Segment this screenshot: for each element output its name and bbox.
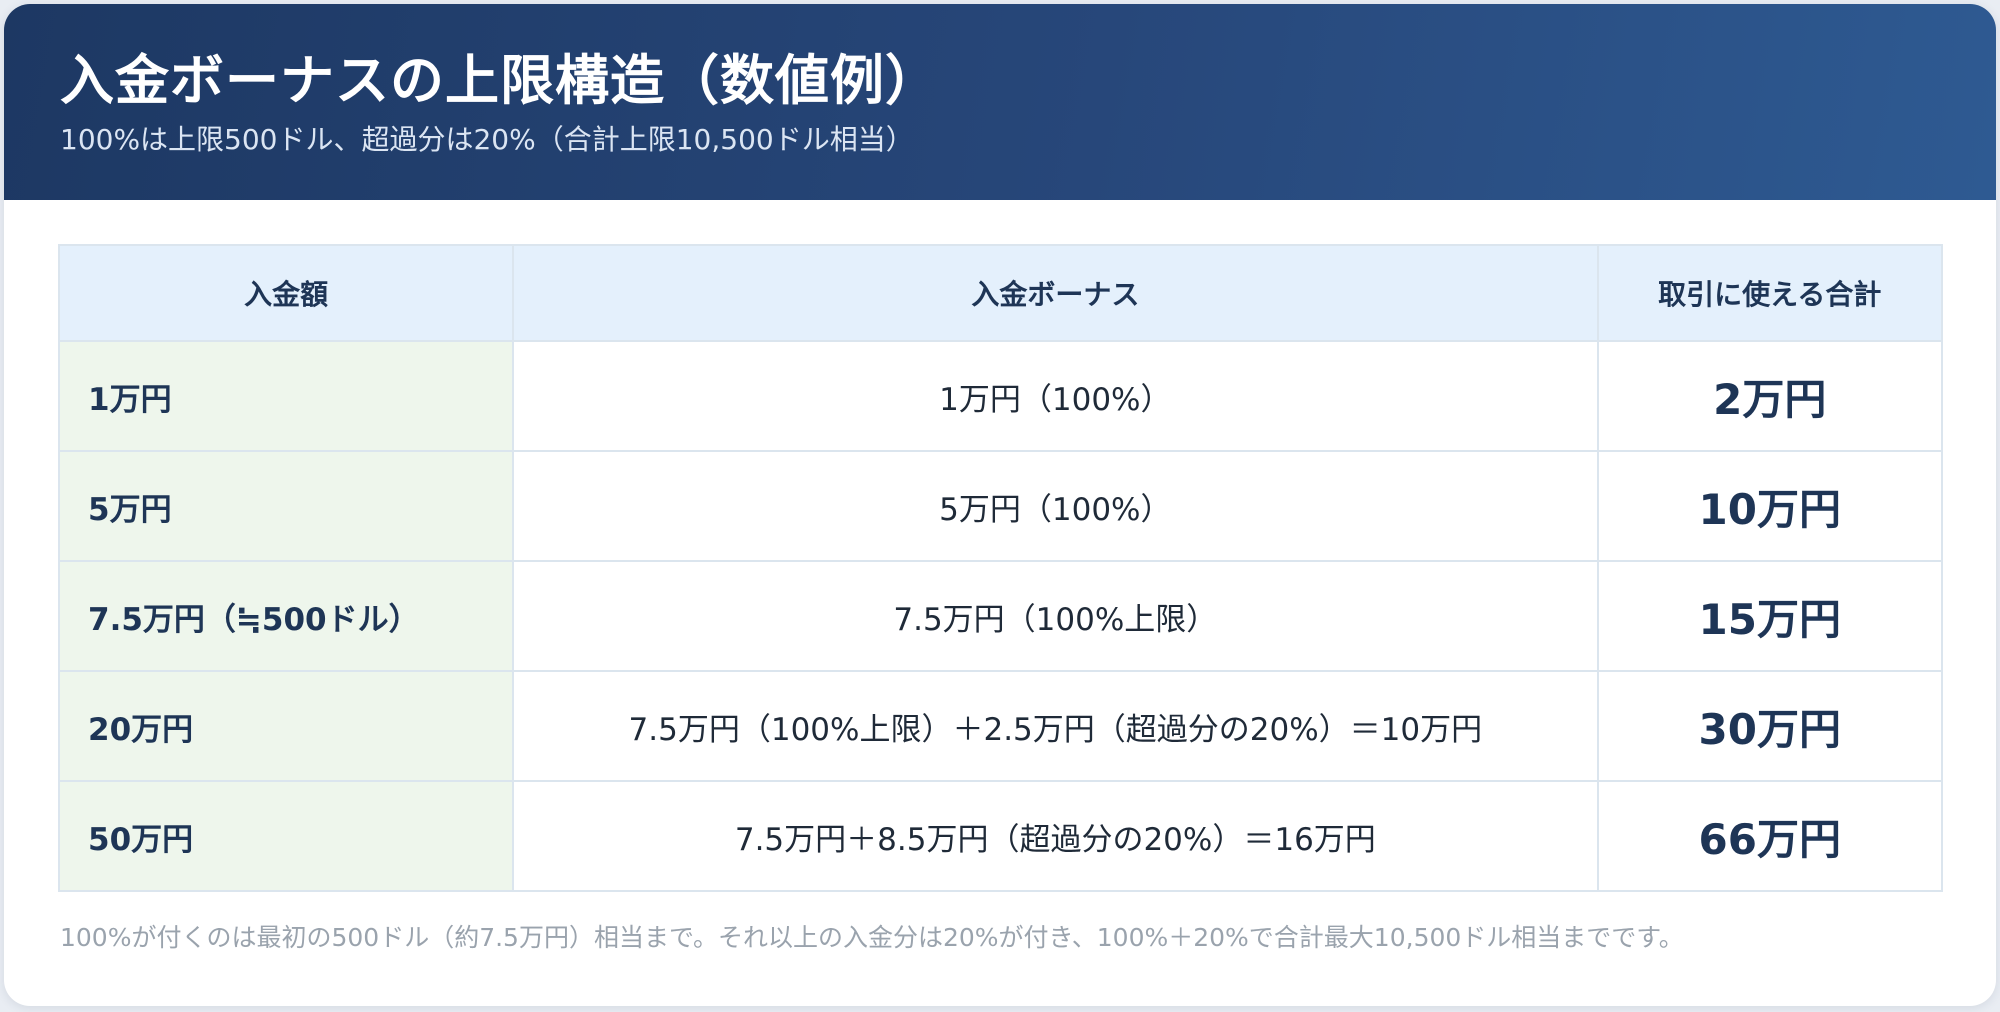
bonus-cell: 7.5万円（100%上限）＋2.5万円（超過分の20%）＝10万円: [512, 670, 1599, 782]
bonus-table-container: 入金額 入金ボーナス 取引に使える合計 1万円 1万円（100%） 2万円 5万…: [57, 244, 1944, 892]
bonus-table: 入金額 入金ボーナス 取引に使える合計 1万円 1万円（100%） 2万円 5万…: [57, 244, 1944, 892]
card-header: 入金ボーナスの上限構造（数値例） 100%は上限500ドル、超過分は20%（合計…: [4, 4, 1996, 200]
bonus-cell: 7.5万円（100%上限）: [512, 560, 1599, 672]
bonus-cell: 5万円（100%）: [512, 450, 1599, 562]
table-header-row: 入金額 入金ボーナス 取引に使える合計: [57, 244, 1944, 342]
bonus-cell: 1万円（100%）: [512, 340, 1599, 452]
footnote: 100%が付くのは最初の500ドル（約7.5万円）相当まで。それ以上の入金分は2…: [60, 923, 1684, 952]
deposit-cell: 1万円: [57, 340, 515, 452]
deposit-cell: 20万円: [57, 670, 515, 782]
column-header-bonus: 入金ボーナス: [512, 244, 1599, 342]
column-header-total: 取引に使える合計: [1596, 244, 1944, 342]
deposit-cell: 50万円: [57, 780, 515, 892]
table-row: 50万円 7.5万円＋8.5万円（超過分の20%）＝16万円 66万円: [57, 780, 1944, 892]
total-cell: 66万円: [1596, 780, 1944, 892]
table-row: 20万円 7.5万円（100%上限）＋2.5万円（超過分の20%）＝10万円 3…: [57, 670, 1944, 782]
column-header-deposit: 入金額: [57, 244, 515, 342]
total-cell: 2万円: [1596, 340, 1944, 452]
bonus-cell: 7.5万円＋8.5万円（超過分の20%）＝16万円: [512, 780, 1599, 892]
deposit-cell: 7.5万円（≒500ドル）: [57, 560, 515, 672]
bonus-card: 入金ボーナスの上限構造（数値例） 100%は上限500ドル、超過分は20%（合計…: [4, 4, 1996, 1006]
table-row: 5万円 5万円（100%） 10万円: [57, 450, 1944, 562]
total-cell: 10万円: [1596, 450, 1944, 562]
table-row: 7.5万円（≒500ドル） 7.5万円（100%上限） 15万円: [57, 560, 1944, 672]
page-title: 入金ボーナスの上限構造（数値例）: [60, 49, 940, 112]
total-cell: 15万円: [1596, 560, 1944, 672]
page-subtitle: 100%は上限500ドル、超過分は20%（合計上限10,500ドル相当）: [60, 123, 914, 156]
total-cell: 30万円: [1596, 670, 1944, 782]
deposit-cell: 5万円: [57, 450, 515, 562]
table-row: 1万円 1万円（100%） 2万円: [57, 340, 1944, 452]
